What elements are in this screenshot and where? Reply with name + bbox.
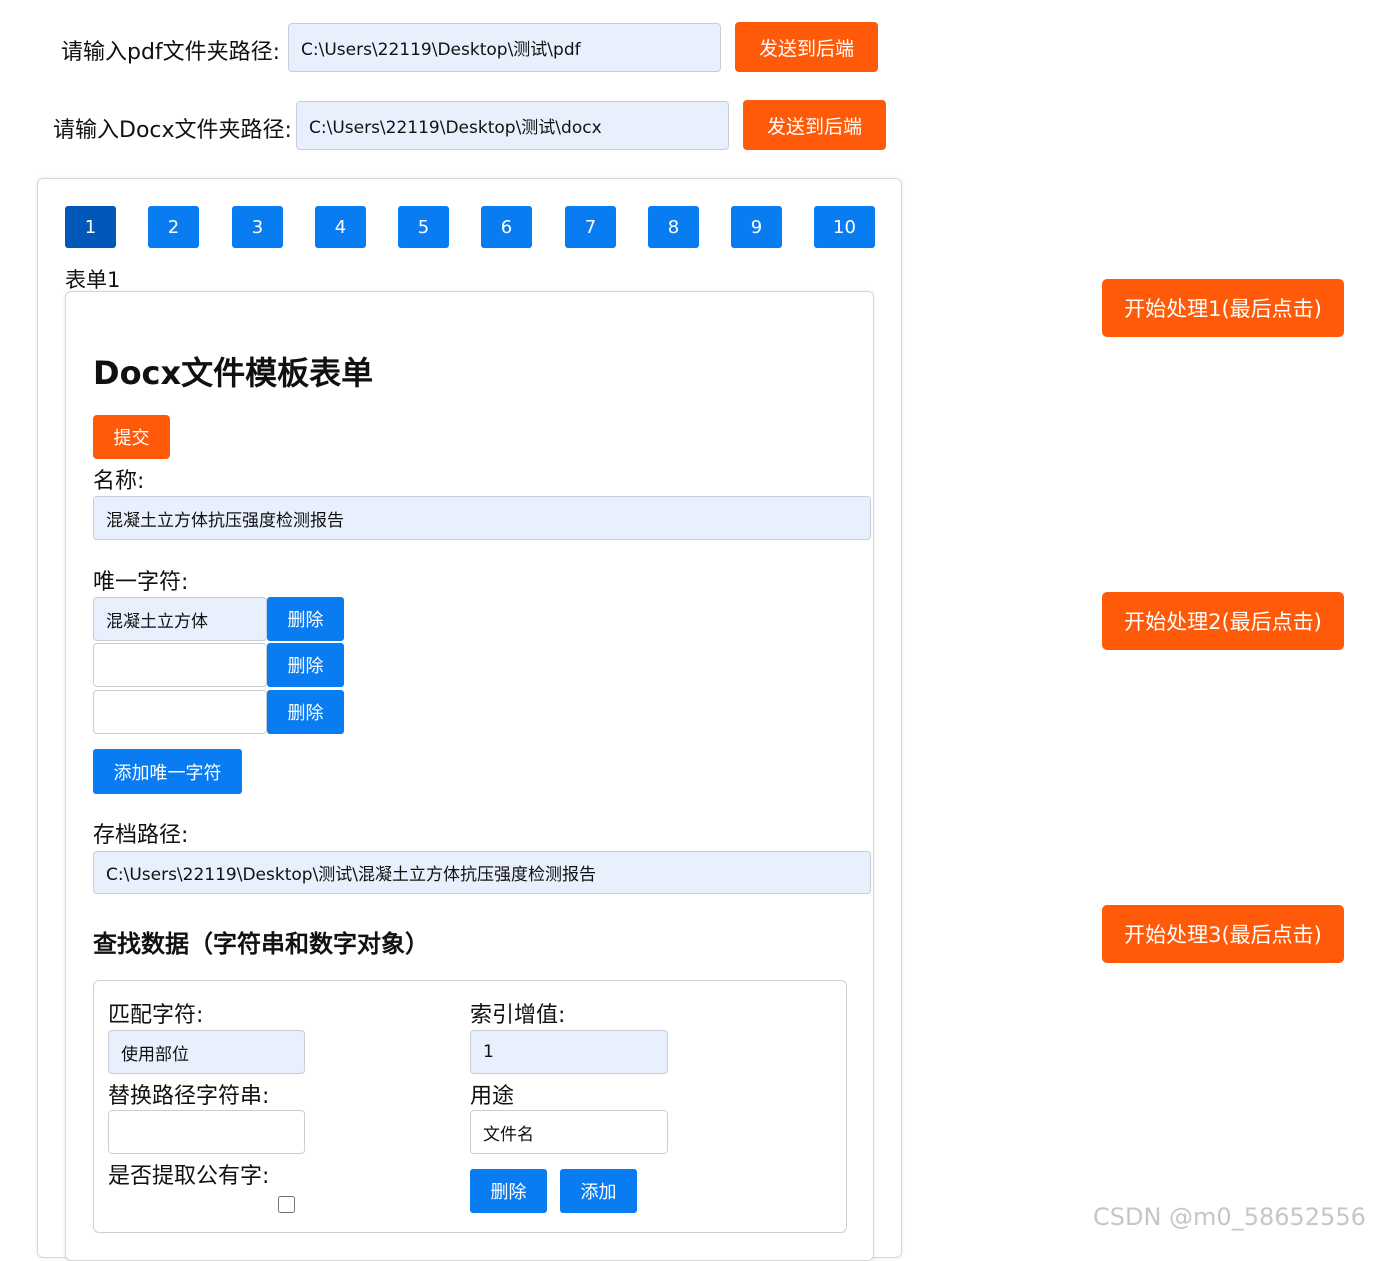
- form-tab-label: 表单1: [65, 268, 121, 292]
- search-data-title: 查找数据（字符串和数字对象）: [93, 930, 429, 958]
- page-button-3[interactable]: 3: [232, 206, 283, 248]
- name-label: 名称:: [93, 469, 145, 494]
- unique-chars-label: 唯一字符:: [93, 570, 189, 595]
- page-button-9[interactable]: 9: [731, 206, 782, 248]
- add-unique-char-button[interactable]: 添加唯一字符: [93, 749, 242, 794]
- unique-char-input[interactable]: [93, 597, 267, 641]
- extract-common-checkbox[interactable]: [278, 1196, 295, 1213]
- search-add-button[interactable]: 添加: [560, 1169, 637, 1213]
- pdf-path-label: 请输入pdf文件夹路径:: [61, 40, 281, 65]
- start-process-3-button[interactable]: 开始处理3(最后点击): [1102, 905, 1344, 963]
- match-chars-label: 匹配字符:: [108, 1003, 204, 1028]
- pdf-path-input[interactable]: [288, 23, 721, 72]
- unique-char-delete-button[interactable]: 删除: [267, 597, 344, 641]
- page-button-2[interactable]: 2: [148, 206, 199, 248]
- submit-button[interactable]: 提交: [93, 415, 170, 459]
- start-process-1-button[interactable]: 开始处理1(最后点击): [1102, 279, 1344, 337]
- unique-char-input[interactable]: [93, 643, 267, 687]
- unique-char-delete-button[interactable]: 删除: [267, 643, 344, 687]
- purpose-label: 用途: [470, 1084, 515, 1109]
- replace-path-label: 替换路径字符串:: [108, 1084, 270, 1109]
- unique-char-input[interactable]: [93, 690, 267, 734]
- page-button-6[interactable]: 6: [481, 206, 532, 248]
- page-button-10[interactable]: 10: [814, 206, 875, 248]
- extract-common-label: 是否提取公有字:: [108, 1164, 270, 1189]
- start-process-2-button[interactable]: 开始处理2(最后点击): [1102, 592, 1344, 650]
- search-delete-button[interactable]: 删除: [470, 1169, 547, 1213]
- replace-path-input[interactable]: [108, 1110, 305, 1154]
- page-button-1[interactable]: 1: [65, 206, 116, 248]
- index-increment-label: 索引增值:: [470, 1003, 566, 1028]
- page-button-5[interactable]: 5: [398, 206, 449, 248]
- purpose-input[interactable]: [470, 1110, 668, 1154]
- docx-path-input[interactable]: [296, 101, 729, 150]
- form-title: Docx文件模板表单: [93, 354, 374, 392]
- page-button-4[interactable]: 4: [315, 206, 366, 248]
- index-increment-input[interactable]: [470, 1030, 668, 1074]
- match-chars-input[interactable]: [108, 1030, 305, 1074]
- page-button-8[interactable]: 8: [648, 206, 699, 248]
- archive-path-label: 存档路径:: [93, 823, 189, 848]
- unique-char-delete-button[interactable]: 删除: [267, 690, 344, 734]
- csdn-watermark: CSDN @m0_58652556: [1093, 1203, 1366, 1231]
- docx-path-label: 请输入Docx文件夹路径:: [53, 118, 292, 143]
- archive-path-input[interactable]: [93, 851, 871, 894]
- pagination: 1 2 3 4 5 6 7 8 9 10: [65, 206, 875, 248]
- page-button-7[interactable]: 7: [565, 206, 616, 248]
- name-input[interactable]: [93, 496, 871, 540]
- pdf-send-button[interactable]: 发送到后端: [735, 22, 878, 72]
- docx-send-button[interactable]: 发送到后端: [743, 100, 886, 150]
